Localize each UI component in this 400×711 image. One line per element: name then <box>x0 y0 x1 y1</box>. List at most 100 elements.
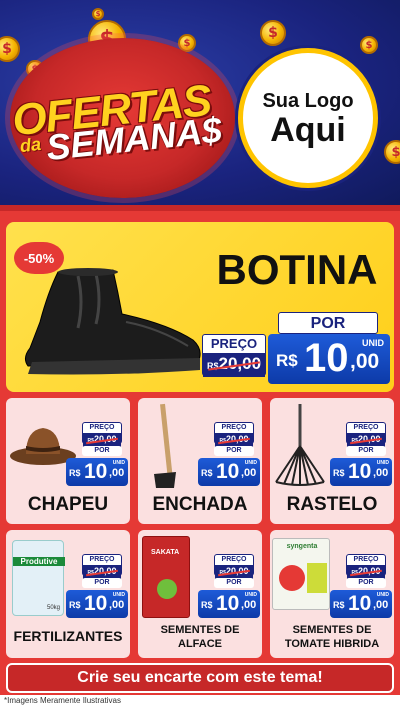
old-price: R$20,00 <box>215 565 253 579</box>
currency-label: R$ <box>333 600 345 610</box>
seed-packet-image: SAKATA <box>142 536 190 618</box>
price-cents: ,00 <box>109 467 125 479</box>
disclaimer-text: *Imagens Meramente Ilustrativas <box>4 696 121 705</box>
old-price-value: 20,00 <box>357 434 381 444</box>
price-cents: ,00 <box>241 599 257 611</box>
preco-label: PREÇO <box>221 424 247 431</box>
price-integer: 10 <box>216 592 240 615</box>
product-name-line1: SEMENTES DE <box>292 624 372 636</box>
currency-label: R$ <box>69 600 81 610</box>
product-card-chapeu[interactable]: PREÇO R$20,00 POR UNID R$ 10 ,00 CHAPEU <box>6 398 130 524</box>
new-price-tag: UNID R$ 10 ,00 <box>66 458 128 486</box>
price-integer: 10 <box>304 336 349 380</box>
product-card-fertilizantes[interactable]: Produtive 50kg PREÇO R$20,00 POR UNID R$… <box>6 530 130 658</box>
por-label: POR <box>94 447 110 454</box>
product-name: FERTILIZANTES <box>13 628 123 644</box>
title-da: da <box>18 133 42 157</box>
seed-packet-image: syngenta <box>272 538 330 610</box>
por-label: POR <box>358 579 374 586</box>
old-price: R$20,00 <box>347 433 385 447</box>
currency-label: R$ <box>201 600 213 610</box>
fertilizer-brand: Produtive <box>13 557 65 566</box>
old-price-value: 20,00 <box>357 566 381 576</box>
logo-text-line2: Aqui <box>270 110 346 149</box>
product-name: CHAPEU <box>27 494 109 515</box>
tomato-icon <box>279 565 305 591</box>
create-flyer-button[interactable]: Crie seu encarte com este tema! <box>6 663 394 693</box>
unid-label: UNID <box>362 338 384 348</box>
new-price-tag: UNID R$ 10 ,00 <box>66 590 128 618</box>
product-name-line2: ALFACE <box>178 638 222 650</box>
old-price-tag: PREÇO R$20,00 <box>346 554 386 579</box>
seed-brand: syngenta <box>286 543 318 550</box>
preco-label: PREÇO <box>89 424 115 431</box>
price-cents: ,00 <box>241 467 257 479</box>
hoe-image <box>154 403 176 488</box>
product-card-enchada[interactable]: PREÇO R$20,00 POR UNID R$ 10 ,00 ENCHADA <box>138 398 262 524</box>
header-banner: $ $ $ $ $ $ $ $ $ OFERTAS da SEMANA$ Sua… <box>0 0 400 205</box>
preco-label: PREÇO <box>89 556 115 563</box>
preco-label: PREÇO <box>210 336 258 351</box>
fertilizer-weight: 50kg <box>46 605 60 611</box>
coin-icon: $ <box>360 36 378 54</box>
old-price-value: 20,00 <box>93 566 117 576</box>
currency-label: R$ <box>201 468 213 478</box>
rake-image <box>275 404 325 486</box>
por-label-box: POR <box>82 578 122 588</box>
old-currency: R$ <box>206 361 219 371</box>
price-cents: ,00 <box>350 350 380 373</box>
old-price-tag: PREÇO R$20,00 <box>82 554 122 579</box>
new-price-tag: UNID R$ 10 ,00 <box>330 458 392 486</box>
price-integer: 10 <box>216 460 240 483</box>
unid-label: UNID <box>244 592 257 598</box>
old-price-value: 20,00 <box>225 566 249 576</box>
product-card-rastelo[interactable]: PREÇO R$20,00 POR UNID R$ 10 ,00 RASTELO <box>270 398 394 524</box>
por-label-box: POR <box>214 446 254 456</box>
coin-icon: $ <box>0 36 20 62</box>
old-price-tag: PREÇO R$20,00 <box>82 422 122 447</box>
coin-icon: $ <box>384 140 400 164</box>
por-label: POR <box>226 447 242 454</box>
featured-product-card[interactable]: -50% BOTINA PREÇO R$20,00 POR UNID R$ 10… <box>6 222 394 392</box>
por-label-box: POR <box>214 578 254 588</box>
product-name-line2: TOMATE HIBRIDA <box>284 638 380 650</box>
price-cents: ,00 <box>109 599 125 611</box>
por-label: POR <box>358 447 374 454</box>
price-cents: ,00 <box>373 599 389 611</box>
product-name-line1: SEMENTES DE <box>160 624 240 636</box>
price-cents: ,00 <box>373 467 389 479</box>
new-price-tag: UNID R$ 10 ,00 <box>330 590 392 618</box>
old-price-tag: PREÇO R$20,00 <box>346 422 386 447</box>
price-integer: 10 <box>348 592 372 615</box>
fertilizer-bag-image: Produtive 50kg <box>12 540 65 616</box>
logo-placeholder[interactable]: Sua Logo Aqui <box>238 48 378 188</box>
old-price-tag: PREÇO R$20,00 <box>214 422 254 447</box>
new-price-tag: UNID R$ 10 ,00 <box>198 590 260 618</box>
currency-label: R$ <box>276 351 298 370</box>
boot-image <box>18 262 208 382</box>
footer: *Imagens Meramente Ilustrativas <box>0 695 400 711</box>
old-price: R$20,00 <box>83 565 121 579</box>
new-price-tag: UNID R$ 10 ,00 <box>268 334 390 384</box>
preco-label: PREÇO <box>221 556 247 563</box>
por-label-box: POR <box>278 312 378 334</box>
por-label-box: POR <box>346 446 386 456</box>
product-card-alface[interactable]: SAKATA PREÇO R$20,00 POR UNID R$ 10 ,00 … <box>138 530 262 658</box>
preco-label: PREÇO <box>353 556 379 563</box>
packet-label-strip <box>307 563 327 593</box>
unid-label: UNID <box>376 460 389 466</box>
currency-label: R$ <box>333 468 345 478</box>
old-price-tag: PREÇO R$20,00 <box>214 554 254 579</box>
price-integer: 10 <box>348 460 372 483</box>
new-price-tag: UNID R$ 10 ,00 <box>198 458 260 486</box>
old-price: R$20,00 <box>215 433 253 447</box>
coin-icon: $ <box>92 8 104 20</box>
por-label-box: POR <box>82 446 122 456</box>
price-integer: 10 <box>84 592 108 615</box>
product-name: RASTELO <box>286 494 378 515</box>
seed-brand: SAKATA <box>151 549 180 556</box>
por-label: POR <box>310 315 346 332</box>
product-card-tomate[interactable]: syngenta PREÇO R$20,00 POR UNID R$ 10 ,0… <box>270 530 394 658</box>
coin-icon: $ <box>260 20 286 46</box>
old-price: R$20,00 <box>203 353 265 377</box>
